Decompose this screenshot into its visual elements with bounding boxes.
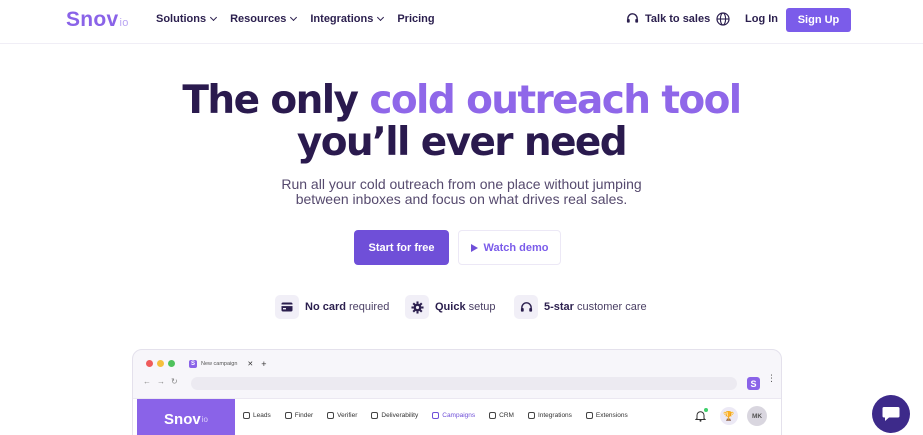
forward-arrow-icon: → xyxy=(157,377,165,386)
menu-finder: Finder xyxy=(284,412,313,419)
hero-title-line2: you’ll ever need xyxy=(296,120,628,165)
close-dot xyxy=(146,360,153,367)
menu-verifier: Verifier xyxy=(327,412,357,419)
globe-icon[interactable] xyxy=(716,12,730,31)
leads-icon xyxy=(243,412,250,419)
browser-tab: S New campaign ✕ + xyxy=(189,358,267,369)
chevron-down-icon xyxy=(210,13,218,22)
snov-app-menubar: Snov io Leads Finder Verifier Deliverabil… xyxy=(133,398,781,435)
address-bar xyxy=(191,377,737,390)
avatar: MK xyxy=(747,406,767,426)
menu-integrations: Integrations xyxy=(527,412,572,419)
minimize-dot xyxy=(157,360,164,367)
chevron-down-icon xyxy=(377,13,385,22)
close-tab-icon: ✕ xyxy=(247,360,254,368)
crm-icon xyxy=(489,412,497,419)
feature-quick-setup: Quick setup xyxy=(405,295,496,319)
hero-subtitle-line2: between inboxes and focus on what drives… xyxy=(295,191,628,207)
feature-customer-care: 5-star customer care xyxy=(514,295,647,319)
feature-no-card: No card required xyxy=(275,295,389,319)
chat-widget-button[interactable] xyxy=(872,395,910,433)
menu-campaigns: Campaigns xyxy=(432,412,475,419)
play-icon xyxy=(470,243,478,252)
gear-icon xyxy=(405,295,429,319)
snov-extension-icon: S xyxy=(747,377,760,390)
notification-dot xyxy=(704,408,708,412)
watch-demo-button[interactable]: Watch demo xyxy=(458,230,561,265)
mail-icon xyxy=(432,412,440,419)
browser-menu-icon: ⋮ xyxy=(767,373,776,383)
flame-icon xyxy=(371,412,379,419)
start-free-button[interactable]: Start for free xyxy=(354,230,449,265)
nav-resources[interactable]: Resources xyxy=(230,13,298,25)
menu-deliverability: Deliverability xyxy=(371,412,418,419)
search-icon xyxy=(284,412,292,419)
check-circle-icon xyxy=(327,412,335,419)
nav-pricing[interactable]: Pricing xyxy=(397,13,434,25)
reload-icon: ↻ xyxy=(171,377,178,386)
chat-icon xyxy=(882,407,900,421)
card-icon xyxy=(275,295,299,319)
nav-links: Solutions Resources Integrations Pricing xyxy=(156,13,449,25)
trophy-icon: 🏆 xyxy=(720,407,738,425)
app-logo: Snov io xyxy=(137,399,235,435)
talk-to-sales-link[interactable]: Talk to sales xyxy=(626,12,710,25)
headset-icon xyxy=(626,13,639,23)
chevron-down-icon xyxy=(290,13,298,22)
menu-crm: CRM xyxy=(489,412,514,419)
window-controls xyxy=(146,360,175,367)
snov-favicon-icon: S xyxy=(189,359,197,368)
back-arrow-icon: ← xyxy=(143,377,151,386)
integrations-icon xyxy=(527,412,535,419)
maximize-dot xyxy=(168,360,175,367)
nav-integrations[interactable]: Integrations xyxy=(310,13,385,25)
browser-nav-controls: ← → ↻ xyxy=(143,377,178,386)
nav-solutions[interactable]: Solutions xyxy=(156,13,218,25)
app-preview-browser: S New campaign ✕ + ← → ↻ S ⋮ Snov io Lead… xyxy=(132,349,782,435)
new-tab-icon: + xyxy=(261,358,267,369)
snov-logo[interactable]: Snovio xyxy=(66,8,129,32)
menu-extensions: Extensions xyxy=(585,412,628,419)
puzzle-icon xyxy=(585,412,593,419)
headset-icon xyxy=(514,295,538,319)
hero-title-line1: The only cold outreach tool xyxy=(182,78,742,123)
hero-subtitle-line1: Run all your cold outreach from one plac… xyxy=(281,176,642,192)
menu-leads: Leads xyxy=(243,412,271,419)
app-menu: Leads Finder Verifier Deliverability Cam… xyxy=(243,412,642,419)
top-navbar: Snovio Solutions Resources Integrations … xyxy=(0,0,923,44)
signup-button[interactable]: Sign Up xyxy=(786,8,851,32)
login-link[interactable]: Log In xyxy=(745,13,778,25)
